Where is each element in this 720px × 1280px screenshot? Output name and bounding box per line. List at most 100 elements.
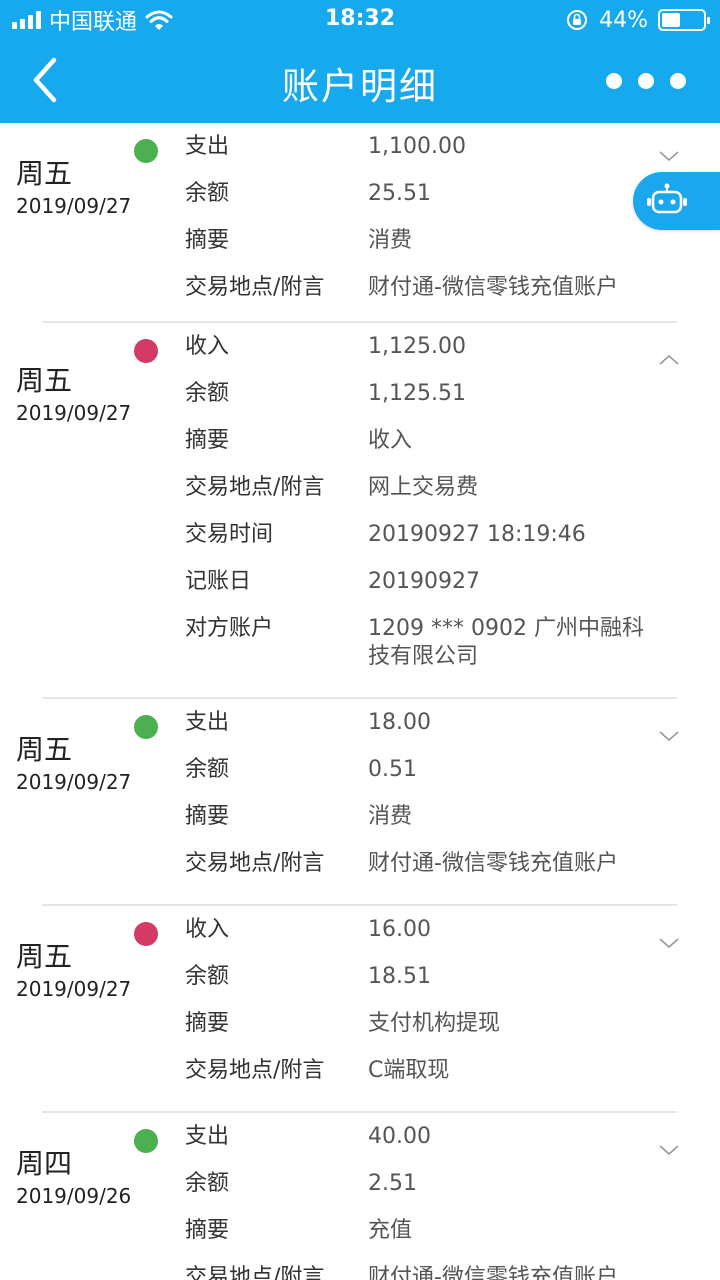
detail-row: 交易地点/附言 网上交易费 [185,474,655,521]
detail-label: 对方账户 [185,616,274,641]
detail-label: 摘要 [185,228,230,253]
detail-row: 摘要 收入 [185,427,655,474]
detail-value: 消费 [368,804,413,829]
detail-row: 记账日 20190927 [185,568,655,615]
detail-value: 18.51 [368,964,431,989]
detail-label: 余额 [185,964,230,989]
detail-row: 收入 16.00 [185,916,655,963]
amount-value: 18.00 [368,710,431,735]
detail-value: 20190927 [368,569,480,594]
detail-row: 摘要 消费 [185,227,655,274]
battery-percent: 44% [599,7,648,33]
assistant-button[interactable] [633,172,720,230]
expense-dot-icon [134,715,158,739]
transaction-record[interactable]: 周五 2019/09/27 收入 1,125.00 余额 1,125.51 摘要 收入 交易地点… [0,323,720,699]
detail-label: 余额 [185,1171,230,1196]
amount-value: 1,125.00 [368,334,466,359]
record-details: 支出 18.00 余额 0.51 摘要 消费 交易地点/附言 财付通-微信零钱充值账户 [185,709,655,897]
amount-value: 16.00 [368,917,431,942]
weekday-label: 周五 [16,364,73,397]
record-date: 周五 2019/09/27 [16,363,131,427]
record-details: 收入 1,125.00 余额 1,125.51 摘要 收入 交易地点/附言 网上交易费交易时间… [185,333,655,690]
amount-value: 1,100.00 [368,134,466,159]
transaction-record[interactable]: 周五 2019/09/27 支出 1,100.00 余额 25.51 摘要 消费 交易地点/附言… [0,123,720,323]
expense-dot-icon [134,139,158,163]
header: 中国联通 18:32 44% 账户明细 [0,0,720,123]
detail-label: 摘要 [185,428,230,453]
detail-value: 25.51 [368,181,431,206]
detail-row: 余额 18.51 [185,963,655,1010]
detail-label: 支出 [185,134,230,159]
transaction-record[interactable]: 周五 2019/09/27 支出 18.00 余额 0.51 摘要 消费 交易地点/附言 财付通-… [0,699,720,906]
detail-row: 交易地点/附言 财付通-微信零钱充值账户 [185,1264,655,1280]
detail-label: 交易地点/附言 [185,1058,325,1083]
detail-value: 1,125.51 [368,381,466,406]
detail-label: 交易时间 [185,522,274,547]
detail-label: 收入 [185,334,230,359]
more-dot-icon [670,73,686,89]
more-dot-icon [606,73,622,89]
detail-label: 交易地点/附言 [185,475,325,500]
battery-icon [658,9,710,31]
detail-value: 1209 *** 0902 广州中融科技有限公司 [368,616,644,669]
detail-label: 交易地点/附言 [185,1265,325,1280]
nav-bar: 账户明细 [0,40,720,123]
transaction-record[interactable]: 周四 2019/09/26 支出 40.00 余额 2.51 摘要 充值 交易地点/附言 财付通-… [0,1113,720,1280]
robot-icon [647,183,687,214]
detail-row: 摘要 充值 [185,1217,655,1264]
detail-label: 余额 [185,181,230,206]
detail-value: 财付通-微信零钱充值账户 [368,851,618,876]
record-details: 支出 1,100.00 余额 25.51 摘要 消费 交易地点/附言 财付通-微信零钱充值账户 [185,133,655,321]
detail-row: 对方账户 1209 *** 0902 广州中融科技有限公司 [185,615,655,690]
date-label: 2019/09/26 [16,1184,132,1208]
more-menu-button[interactable] [606,66,686,96]
transaction-record[interactable]: 周五 2019/09/27 收入 16.00 余额 18.51 摘要 支付机构提现 交易地点/附… [0,906,720,1113]
record-date: 周四 2019/09/26 [16,1146,131,1210]
detail-label: 交易地点/附言 [185,275,325,300]
detail-row: 摘要 消费 [185,803,655,850]
detail-value: 充值 [368,1218,413,1243]
date-label: 2019/09/27 [16,977,132,1001]
weekday-label: 周五 [16,733,73,766]
detail-value: 财付通-微信零钱充值账户 [368,275,618,300]
detail-row: 支出 18.00 [185,709,655,756]
weekday-label: 周五 [16,940,73,973]
more-dot-icon [638,73,654,89]
chevron-up-icon[interactable] [658,353,680,367]
income-dot-icon [134,339,158,363]
detail-label: 记账日 [185,569,252,594]
weekday-label: 周五 [16,157,73,190]
detail-label: 支出 [185,710,230,735]
record-date: 周五 2019/09/27 [16,156,131,220]
record-date: 周五 2019/09/27 [16,732,131,796]
detail-label: 支出 [185,1124,230,1149]
detail-value: 网上交易费 [368,475,479,500]
detail-value: 财付通-微信零钱充值账户 [368,1265,618,1280]
detail-label: 余额 [185,381,230,406]
detail-row: 交易时间 20190927 18:19:46 [185,521,655,568]
record-details: 支出 40.00 余额 2.51 摘要 充值 交易地点/附言 财付通-微信零钱充值账户 [185,1123,655,1280]
detail-row: 余额 1,125.51 [185,380,655,427]
chevron-down-icon[interactable] [658,149,680,163]
detail-label: 收入 [185,917,230,942]
detail-label: 摘要 [185,804,230,829]
chevron-down-icon[interactable] [658,1143,680,1157]
rotation-lock-icon [567,10,588,30]
date-label: 2019/09/27 [16,194,132,218]
detail-label: 余额 [185,757,230,782]
record-details: 收入 16.00 余额 18.51 摘要 支付机构提现 交易地点/附言 C端取现 [185,916,655,1104]
amount-value: 40.00 [368,1124,431,1149]
transaction-list: 周五 2019/09/27 支出 1,100.00 余额 25.51 摘要 消费 交易地点/附言… [0,123,720,1280]
detail-row: 支出 1,100.00 [185,133,655,180]
date-label: 2019/09/27 [16,401,132,425]
status-bar: 中国联通 18:32 44% [0,0,720,40]
chevron-down-icon[interactable] [658,729,680,743]
detail-label: 摘要 [185,1011,230,1036]
detail-value: C端取现 [368,1058,450,1083]
chevron-down-icon[interactable] [658,936,680,950]
detail-row: 交易地点/附言 财付通-微信零钱充值账户 [185,850,655,897]
detail-row: 余额 25.51 [185,180,655,227]
detail-value: 20190927 18:19:46 [368,522,586,547]
detail-row: 余额 2.51 [185,1170,655,1217]
date-label: 2019/09/27 [16,770,132,794]
